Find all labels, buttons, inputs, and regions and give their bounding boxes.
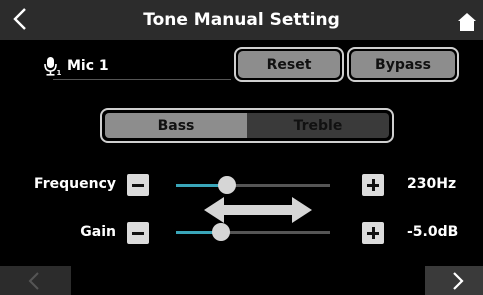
mic-subscript: 1 (57, 69, 62, 76)
tab-treble[interactable]: Treble (247, 113, 389, 138)
input-selector: 1 Mic 1 (43, 55, 109, 77)
minus-icon (132, 232, 144, 235)
gain-value: -5.0dB (407, 224, 459, 240)
frequency-slider-thumb[interactable] (217, 176, 236, 194)
next-page-button[interactable] (425, 266, 483, 295)
gain-label: Gain (80, 224, 116, 240)
bypass-button[interactable]: Bypass (351, 51, 455, 78)
chevron-left-icon (28, 272, 39, 290)
frequency-minus-button[interactable] (127, 174, 149, 196)
minus-icon (132, 184, 144, 187)
home-icon[interactable] (457, 12, 477, 32)
tab-bass[interactable]: Bass (105, 113, 247, 138)
gain-plus-button[interactable] (362, 222, 384, 244)
band-selector-inner: Bass Treble (105, 113, 389, 138)
chevron-right-icon (453, 272, 464, 290)
gain-minus-button[interactable] (127, 222, 149, 244)
frequency-plus-button[interactable] (362, 174, 384, 196)
bypass-button-frame: Bypass (347, 47, 459, 82)
mic-label: Mic 1 (67, 58, 109, 74)
double-arrow-icon (204, 197, 312, 223)
frequency-value: 230Hz (407, 176, 457, 192)
input-divider (53, 79, 231, 80)
reset-button-frame: Reset (234, 47, 344, 82)
header-bar: Tone Manual Setting (0, 0, 483, 40)
page-title: Tone Manual Setting (143, 10, 340, 30)
plus-icon-v (372, 227, 375, 239)
gain-slider-thumb[interactable] (211, 223, 230, 241)
reset-button[interactable]: Reset (238, 51, 340, 78)
frequency-label: Frequency (34, 176, 116, 192)
plus-icon-v (372, 179, 375, 191)
previous-page-button[interactable] (0, 266, 71, 295)
band-selector: Bass Treble (100, 108, 394, 143)
microphone-icon: 1 (44, 57, 62, 76)
